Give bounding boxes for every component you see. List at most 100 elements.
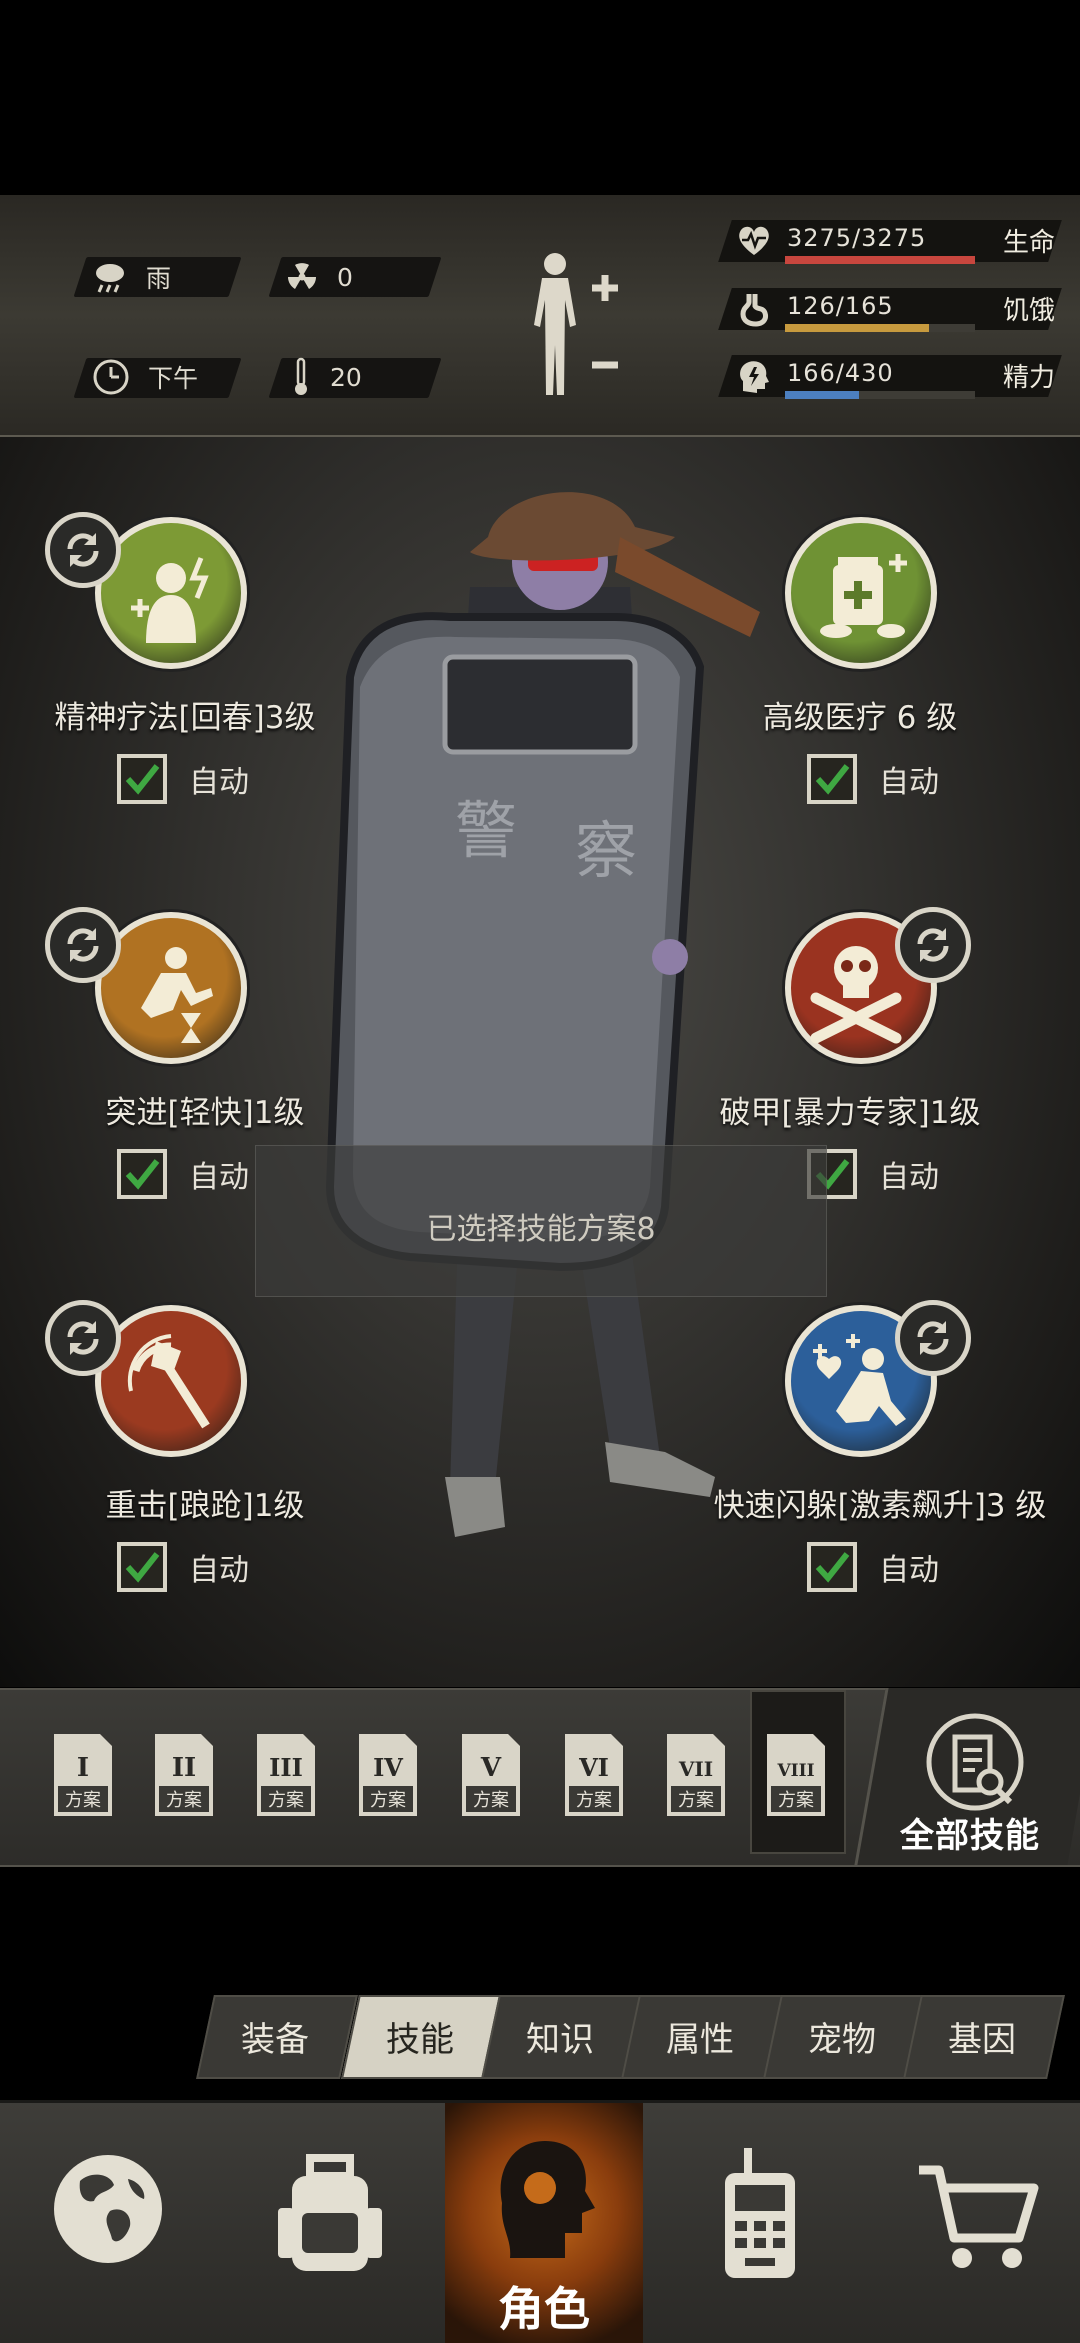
energy-bar xyxy=(785,391,975,399)
all-skills-label: 全部技能 xyxy=(900,1816,1040,1856)
hunger-value: 126/165 xyxy=(787,292,894,320)
skill-slot-4[interactable]: 破甲[暴力专家]1级 自动 xyxy=(720,907,1055,1199)
plan-numeral: I xyxy=(77,1753,89,1783)
nav-character-label: 角色 xyxy=(498,2282,590,2336)
time-chip: 下午 xyxy=(92,355,198,399)
auto-checkbox[interactable] xyxy=(807,754,857,804)
checkmark-icon xyxy=(125,1159,160,1190)
checkmark-icon xyxy=(815,764,850,795)
checkmark-icon xyxy=(125,764,160,795)
plan-label: 方案 xyxy=(370,1790,406,1811)
auto-label: 自动 xyxy=(879,1553,939,1588)
temperature-value: 20 xyxy=(330,362,362,392)
auto-label: 自动 xyxy=(879,765,939,800)
plan-label: 方案 xyxy=(65,1790,101,1811)
globe-icon xyxy=(54,2155,162,2263)
refresh-icon xyxy=(67,1321,99,1355)
plan-label: 方案 xyxy=(166,1790,202,1811)
plan-button-2[interactable]: II 方案 xyxy=(153,1732,215,1818)
clock-icon xyxy=(93,359,129,395)
character-figure: 警 察 xyxy=(325,492,760,1537)
swap-skill-button[interactable] xyxy=(45,1300,121,1376)
refresh-icon xyxy=(67,533,99,567)
skill-area: 警 察 精神疗法[回春]3级 自动 高级医疗 6 级 自动 突进[轻快]1级 自… xyxy=(0,437,1080,1687)
refresh-icon xyxy=(917,1321,949,1355)
skill-slot-3[interactable]: 突进[轻快]1级 自动 xyxy=(45,907,365,1199)
skill-name: 破甲[暴力专家]1级 xyxy=(719,1095,981,1131)
tab-equipment-label: 装备 xyxy=(241,2020,309,2060)
plan-button-6[interactable]: VI 方案 xyxy=(563,1732,625,1818)
refresh-icon xyxy=(917,928,949,962)
auto-checkbox[interactable] xyxy=(117,1149,167,1199)
hunger-stat: 126/165 饥饿 xyxy=(718,288,1062,340)
health-bar xyxy=(785,256,975,264)
plan-label: 方案 xyxy=(778,1790,814,1811)
skill-name: 突进[轻快]1级 xyxy=(105,1095,305,1131)
status-panel: 雨 0 下午 20 3275/3275 生命 126/165 饥饿 166/43… xyxy=(0,195,1080,437)
weather-chip: 雨 xyxy=(92,257,171,297)
plan-button-1[interactable]: I 方案 xyxy=(52,1732,114,1818)
auto-checkbox[interactable] xyxy=(117,1542,167,1592)
plan-label: 方案 xyxy=(678,1790,714,1811)
radiation-chip: 0 xyxy=(285,257,353,297)
all-skills-button[interactable] xyxy=(920,1712,1030,1816)
nav-shop[interactable] xyxy=(864,2103,1080,2343)
nav-backpack[interactable] xyxy=(230,2103,446,2343)
tab-attributes-label: 属性 xyxy=(666,2020,734,2060)
brain-bolt-icon xyxy=(740,361,769,393)
plan-numeral: VII xyxy=(678,1757,713,1781)
hunger-label: 饥饿 xyxy=(1002,296,1055,326)
swap-skill-button[interactable] xyxy=(895,907,971,983)
auto-label: 自动 xyxy=(189,1160,249,1195)
plan-label: 方案 xyxy=(268,1790,304,1811)
document-icon: I 方案 xyxy=(54,1734,112,1816)
tab-pets-label: 宠物 xyxy=(808,2020,876,2060)
auto-toggle[interactable]: 自动 xyxy=(117,1542,249,1592)
plan-bar: I 方案 II 方案 III 方案 IV 方案 V 方案 VI 方案 VII 方案 VIII 方… xyxy=(0,1688,1080,1867)
hunger-bar xyxy=(785,324,975,332)
tab-genes-label: 基因 xyxy=(948,2020,1016,2060)
swap-skill-button[interactable] xyxy=(45,907,121,983)
body-figure-icon xyxy=(534,253,618,395)
checkmark-icon xyxy=(815,1552,850,1583)
auto-checkbox[interactable] xyxy=(807,1542,857,1592)
temperature-chip: 20 xyxy=(290,355,362,399)
auto-toggle[interactable]: 自动 xyxy=(117,1149,249,1199)
character-icon xyxy=(500,2141,595,2258)
skill-slot-2[interactable]: 高级医疗 6 级 自动 xyxy=(735,517,1055,804)
nav-map[interactable] xyxy=(0,2103,216,2343)
swap-skill-button[interactable] xyxy=(45,512,121,588)
auto-checkbox[interactable] xyxy=(117,754,167,804)
plan-button-5[interactable]: V 方案 xyxy=(460,1732,522,1818)
auto-toggle[interactable]: 自动 xyxy=(807,754,939,804)
thermometer-icon xyxy=(295,357,307,395)
plan-numeral: VI xyxy=(578,1753,609,1782)
shield-text-left: 警 xyxy=(455,794,517,867)
skill-name: 精神疗法[回春]3级 xyxy=(54,700,316,736)
skill-name: 重击[踉跄]1级 xyxy=(105,1488,305,1524)
skill-slot-5[interactable]: 重击[踉跄]1级 自动 xyxy=(45,1300,365,1592)
plan-button-3[interactable]: III 方案 xyxy=(255,1732,317,1818)
plan-button-7[interactable]: VII 方案 xyxy=(665,1732,727,1818)
nav-radio[interactable] xyxy=(650,2103,866,2343)
auto-label: 自动 xyxy=(189,765,249,800)
auto-toggle[interactable]: 自动 xyxy=(117,754,249,804)
swap-skill-button[interactable] xyxy=(895,1300,971,1376)
skill-slot-1[interactable]: 精神疗法[回春]3级 自动 xyxy=(45,512,365,804)
auto-toggle[interactable]: 自动 xyxy=(807,1542,939,1592)
document-icon: V 方案 xyxy=(462,1734,520,1816)
skill-name: 快速闪躲[激素飙升]3 级 xyxy=(713,1488,1047,1524)
skill-slot-6[interactable]: 快速闪躲[激素飙升]3 级 自动 xyxy=(714,1300,1055,1592)
plan-button-8[interactable]: VIII 方案 xyxy=(765,1732,827,1818)
radio-icon xyxy=(725,2148,795,2278)
heart-icon xyxy=(739,226,769,255)
nav-character[interactable]: 角色 xyxy=(445,2103,643,2343)
rain-cloud-icon xyxy=(96,264,124,293)
checkmark-icon xyxy=(125,1552,160,1583)
plan-numeral: II xyxy=(172,1753,196,1783)
energy-label: 精力 xyxy=(1002,363,1055,393)
body-status-button[interactable] xyxy=(520,250,630,400)
medkit-icon[interactable] xyxy=(785,517,937,669)
plan-button-4[interactable]: IV 方案 xyxy=(357,1732,419,1818)
skill-book-search-icon xyxy=(926,1713,1024,1811)
